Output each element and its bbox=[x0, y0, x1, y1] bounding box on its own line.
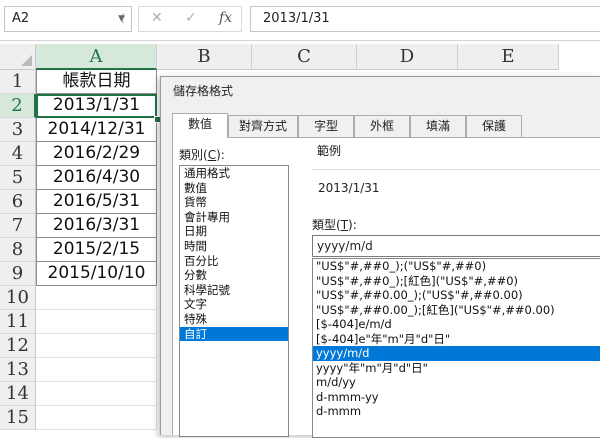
formula-input[interactable]: 2013/1/31 bbox=[250, 6, 600, 32]
column-header-e[interactable]: E bbox=[458, 44, 559, 70]
empty-cell[interactable] bbox=[36, 406, 157, 430]
row-header-5[interactable]: 5 bbox=[0, 166, 36, 190]
row-header-6[interactable]: 6 bbox=[0, 190, 36, 214]
row-header-15[interactable]: 15 bbox=[0, 406, 36, 430]
category-item[interactable]: 貨幣 bbox=[180, 195, 288, 210]
category-item[interactable]: 科學記號 bbox=[180, 283, 288, 298]
category-item[interactable]: 自訂 bbox=[180, 326, 288, 342]
empty-cell[interactable] bbox=[36, 286, 157, 310]
row-header-2[interactable]: 2 bbox=[0, 94, 36, 118]
column-header-c[interactable]: C bbox=[252, 44, 357, 70]
empty-cell[interactable] bbox=[36, 334, 157, 358]
insert-function-icon[interactable]: fx bbox=[219, 10, 232, 26]
category-item[interactable]: 數值 bbox=[180, 181, 288, 196]
tab-5[interactable]: 保護 bbox=[466, 115, 522, 137]
category-item[interactable]: 文字 bbox=[180, 297, 288, 312]
format-item[interactable]: d-mmm bbox=[313, 404, 600, 419]
category-item[interactable]: 通用格式 bbox=[180, 166, 288, 181]
category-label: 類別(C): bbox=[179, 148, 225, 162]
row-header-13[interactable]: 13 bbox=[0, 358, 36, 382]
column-header-a[interactable]: A bbox=[36, 44, 157, 70]
sample-group: 2013/1/31 bbox=[312, 169, 600, 212]
name-box[interactable]: A2 ▼ bbox=[4, 6, 132, 32]
row-header-14[interactable]: 14 bbox=[0, 382, 36, 406]
name-box-value: A2 bbox=[12, 11, 30, 26]
tab-3[interactable]: 外框 bbox=[354, 115, 410, 137]
tab-2[interactable]: 字型 bbox=[298, 115, 354, 137]
date-cell[interactable]: 2013/1/31 bbox=[36, 94, 157, 118]
category-item[interactable]: 分數 bbox=[180, 268, 288, 283]
empty-cell[interactable] bbox=[36, 382, 157, 406]
format-item[interactable]: [$-404]e"年"m"月"d"日" bbox=[313, 332, 600, 347]
date-cell[interactable]: 2014/12/31 bbox=[36, 118, 157, 142]
format-cells-dialog: 儲存格格式 數值 對齊方式 字型 外框 填滿 保護 類別(C): 通用格式 數值 貨幣 會計專用… bbox=[160, 76, 600, 438]
format-list[interactable]: "US$"#,##0_);("US$"#,##0) "US$"#,##0_);[紅… bbox=[312, 258, 600, 438]
format-item[interactable]: "US$"#,##0.00_);[紅色]("US$"#,##0.00) bbox=[313, 303, 600, 318]
category-list[interactable]: 通用格式 數值 貨幣 會計專用 日期 時間 百分比 分數 科學記號 文字 特殊 自訂 bbox=[179, 165, 289, 437]
format-item[interactable]: [$-404]e/m/d bbox=[313, 317, 600, 332]
tab-1[interactable]: 對齊方式 bbox=[228, 115, 298, 137]
type-input[interactable]: yyyy/m/d bbox=[312, 235, 600, 257]
date-cell[interactable]: 2016/5/31 bbox=[36, 190, 157, 214]
number-tab-panel: 類別(C): 通用格式 數值 貨幣 會計專用 日期 時間 百分比 分數 科學記號 文字 特殊 自訂 範… bbox=[172, 137, 600, 438]
empty-cell[interactable] bbox=[36, 310, 157, 334]
select-all-button[interactable] bbox=[0, 44, 36, 70]
format-item[interactable]: yyyy/m/d bbox=[313, 346, 600, 361]
dialog-title: 儲存格格式 bbox=[173, 84, 234, 98]
cell-a1-header[interactable]: 帳款日期 bbox=[36, 70, 157, 94]
type-label: 類型(T): bbox=[312, 218, 357, 232]
date-cell[interactable]: 2016/3/31 bbox=[36, 214, 157, 238]
row-header-8[interactable]: 8 bbox=[0, 238, 36, 262]
row-header-4[interactable]: 4 bbox=[0, 142, 36, 166]
sample-value: 2013/1/31 bbox=[318, 181, 380, 195]
sample-label: 範例 bbox=[317, 144, 342, 158]
formula-buttons: ✕ ✓ fx bbox=[138, 6, 242, 32]
tab-0[interactable]: 數值 bbox=[172, 113, 228, 138]
format-item[interactable]: yyyy"年"m"月"d"日" bbox=[313, 361, 600, 376]
row-header-12[interactable]: 12 bbox=[0, 334, 36, 358]
date-cell[interactable]: 2016/4/30 bbox=[36, 166, 157, 190]
format-item[interactable]: "US$"#,##0.00_);("US$"#,##0.00) bbox=[313, 288, 600, 303]
more-options-icon: ⋮ bbox=[117, 11, 129, 25]
category-item[interactable]: 日期 bbox=[180, 224, 288, 239]
row-header-10[interactable]: 10 bbox=[0, 286, 36, 310]
date-cell[interactable]: 2016/2/29 bbox=[36, 142, 157, 166]
format-item[interactable]: m/d/yy bbox=[313, 375, 600, 390]
row-header-9[interactable]: 9 bbox=[0, 262, 36, 286]
column-header-b[interactable]: B bbox=[157, 44, 252, 70]
row-header-11[interactable]: 11 bbox=[0, 310, 36, 334]
category-item[interactable]: 會計專用 bbox=[180, 210, 288, 225]
date-cell[interactable]: 2015/10/10 bbox=[36, 262, 157, 286]
cancel-icon[interactable]: ✕ bbox=[151, 10, 163, 26]
row-header-3[interactable]: 3 bbox=[0, 118, 36, 142]
row-header-7[interactable]: 7 bbox=[0, 214, 36, 238]
row-header-1[interactable]: 1 bbox=[0, 70, 36, 94]
category-item[interactable]: 百分比 bbox=[180, 254, 288, 269]
column-header-d[interactable]: D bbox=[357, 44, 458, 70]
formula-bar: A2 ▼ ⋮ ✕ ✓ fx 2013/1/31 bbox=[0, 0, 600, 41]
dialog-tabs: 數值 對齊方式 字型 外框 填滿 保護 bbox=[172, 113, 600, 138]
date-cell[interactable]: 2015/2/15 bbox=[36, 238, 157, 262]
category-item[interactable]: 時間 bbox=[180, 239, 288, 254]
enter-icon[interactable]: ✓ bbox=[185, 10, 197, 26]
category-item[interactable]: 特殊 bbox=[180, 312, 288, 327]
format-item[interactable]: "US$"#,##0_);[紅色]("US$"#,##0) bbox=[313, 274, 600, 289]
tab-4[interactable]: 填滿 bbox=[410, 115, 466, 137]
format-item[interactable]: "US$"#,##0_);("US$"#,##0) bbox=[313, 259, 600, 274]
empty-cell[interactable] bbox=[36, 358, 157, 382]
format-item[interactable]: d-mmm-yy bbox=[313, 390, 600, 405]
